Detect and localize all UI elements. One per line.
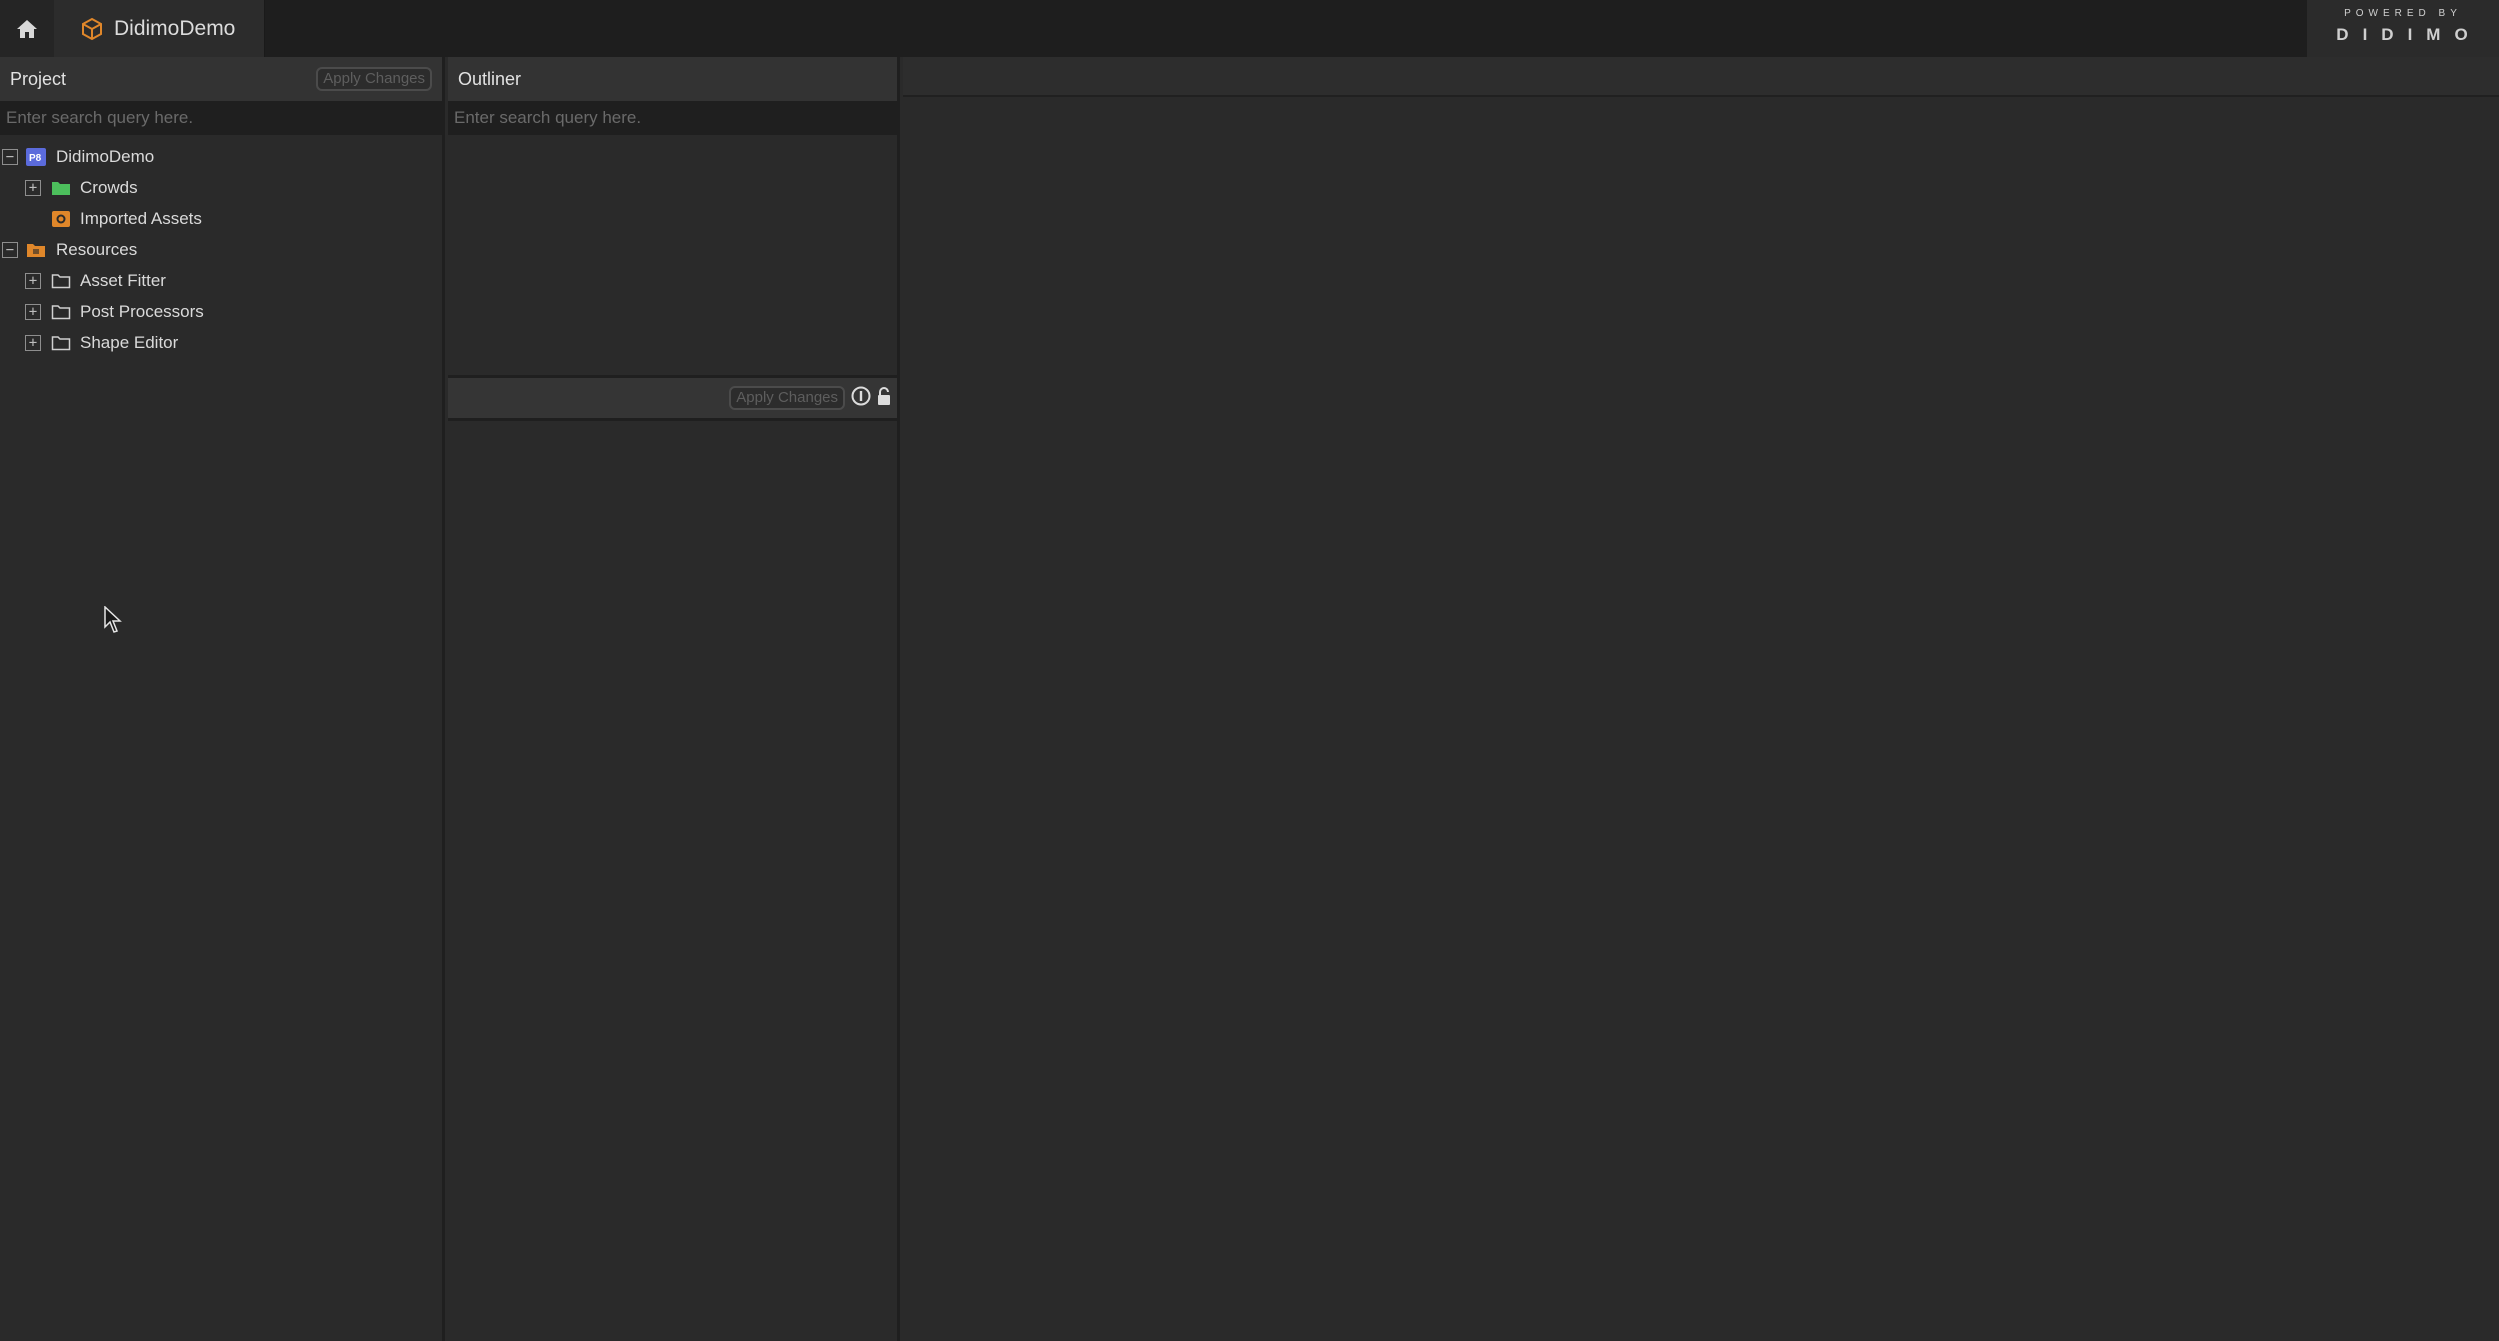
tree-item-label: Shape Editor: [80, 332, 179, 352]
expand-icon[interactable]: +: [25, 334, 41, 351]
project-title: Project: [10, 68, 67, 89]
properties-apply-changes-button[interactable]: Apply Changes: [729, 386, 845, 410]
package-icon: [82, 17, 102, 40]
tab-didimodemo[interactable]: DidimoDemo: [54, 0, 265, 57]
tree-item-label: Post Processors: [80, 301, 204, 321]
viewport-header: [903, 57, 2499, 97]
outliner-search-input[interactable]: [448, 101, 897, 135]
tree-item-shape-editor[interactable]: + Shape Editor: [0, 327, 442, 358]
lock-icon[interactable]: [877, 386, 891, 411]
outliner-panel: Outliner Apply Changes: [448, 57, 900, 1341]
tab-title: DidimoDemo: [114, 16, 236, 40]
home-icon: [17, 19, 37, 38]
brand-tagline: POWERED BY: [2344, 8, 2462, 19]
info-icon[interactable]: [851, 386, 871, 411]
orange-folder-icon: [26, 241, 46, 259]
expand-icon[interactable]: +: [25, 303, 41, 320]
tree-item-didimodemo[interactable]: − P8 DidimoDemo: [0, 141, 442, 172]
folder-icon: [51, 303, 71, 321]
collapse-icon[interactable]: −: [2, 241, 18, 258]
project-icon: P8: [26, 147, 46, 166]
brand-name: DIDIMO: [2336, 25, 2482, 44]
expand-icon[interactable]: +: [25, 179, 41, 196]
collapse-icon[interactable]: −: [2, 148, 18, 165]
tree-item-imported-assets[interactable]: Imported Assets: [0, 203, 442, 234]
folder-icon: [51, 334, 71, 352]
green-folder-icon: [51, 179, 71, 197]
outliner-title: Outliner: [458, 68, 522, 89]
tree-item-asset-fitter[interactable]: + Asset Fitter: [0, 265, 442, 296]
tree-item-label: Imported Assets: [80, 208, 202, 228]
project-apply-changes-button[interactable]: Apply Changes: [316, 67, 432, 91]
folder-icon: [51, 272, 71, 290]
tree-item-resources[interactable]: − Resources: [0, 234, 442, 265]
mouse-cursor-icon: [104, 606, 122, 633]
outliner-list[interactable]: [448, 135, 897, 375]
project-tree: − P8 DidimoDemo + Crowds Imported Assets…: [0, 135, 442, 358]
viewport-panel[interactable]: [903, 57, 2499, 1341]
expand-icon[interactable]: +: [25, 272, 41, 289]
top-bar: DidimoDemo POWERED BY DIDIMO: [0, 0, 2499, 57]
tree-item-post-processors[interactable]: + Post Processors: [0, 296, 442, 327]
properties-toolbar: Apply Changes: [448, 375, 897, 421]
tree-item-label: Asset Fitter: [80, 270, 166, 290]
tree-item-label: DidimoDemo: [56, 146, 155, 166]
home-button[interactable]: [0, 0, 54, 57]
project-header: Project Apply Changes: [0, 57, 442, 101]
tree-item-label: Resources: [56, 239, 138, 259]
tree-item-crowds[interactable]: + Crowds: [0, 172, 442, 203]
brand-logo: POWERED BY DIDIMO: [2307, 0, 2499, 57]
project-search-input[interactable]: [0, 101, 442, 135]
outliner-header: Outliner: [448, 57, 897, 101]
tree-item-label: Crowds: [80, 177, 138, 197]
imported-assets-icon: [51, 210, 71, 228]
project-panel: Project Apply Changes − P8 DidimoDemo + …: [0, 57, 445, 1341]
svg-text:P8: P8: [29, 153, 42, 164]
